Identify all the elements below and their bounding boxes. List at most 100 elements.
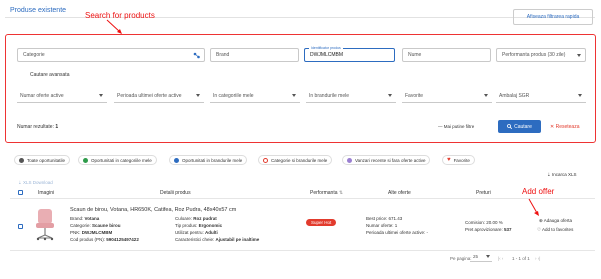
chip-brands[interactable]: Oportunitati in brandurile mele [169, 155, 248, 165]
color-key: Culoare: [175, 216, 193, 221]
chip-label: Oportunitati in brandurile mele [182, 157, 243, 163]
sgr-packaging-label: Ambalaj SGR [499, 92, 530, 99]
xls-download[interactable]: ⇣ XLS Download [18, 180, 53, 186]
last-period-key: Perioada ultimei oferte active: [366, 230, 426, 235]
last-period-value: - [426, 230, 429, 235]
color-row: Culoare: Roz pudrat [175, 216, 217, 221]
prev-first-icons[interactable]: |‹ ‹ [498, 256, 503, 261]
tree-icon[interactable] [193, 52, 200, 59]
search-icon [507, 124, 513, 129]
product-title-link[interactable]: Scaun de birou, Votana, HR650K, Catifea,… [70, 207, 236, 213]
brand-row: Brand: Votana [70, 216, 99, 221]
commission-row: Comision: 20.00 % [465, 220, 503, 225]
chip-category-brands[interactable]: Categorie si brandurile mele [258, 155, 333, 165]
results-value: 1 [55, 124, 59, 130]
active-offers-select[interactable]: Numar oferte active [17, 89, 107, 103]
select-all-checkbox[interactable] [18, 190, 23, 195]
offers-count-value: 1 [394, 223, 398, 228]
category-label: Categorie [23, 52, 45, 58]
performance-badge-label: Super Hot [306, 219, 337, 226]
product-id-field[interactable]: Identificator produs DWJMLCMBM [304, 46, 395, 62]
category-key: Categorie: [70, 223, 91, 228]
code-row: Cod produs (PN): 5904125497422 [70, 237, 139, 242]
chevron-down-icon [578, 94, 582, 97]
offers-count-key: Numar oferte: [366, 223, 394, 228]
brand-key: Brand: [70, 216, 84, 221]
my-brands-label: In brandurile mele [309, 92, 350, 99]
sort-icon: ⇅ [338, 190, 344, 196]
chip-all[interactable]: Toate oportunitatile [14, 155, 71, 165]
export-link[interactable]: ⇣ Incarca XLS [547, 172, 577, 178]
name-field[interactable]: Nume [402, 48, 491, 62]
my-categories-select[interactable]: In categoriile mele [210, 89, 300, 103]
supply-price-value: 537 [504, 227, 512, 232]
chevron-down-icon [486, 255, 490, 258]
code-key: Cod produs (PN): [70, 237, 106, 242]
per-page-value: 25 [473, 254, 479, 259]
usage-value: Adulti [205, 230, 218, 235]
results-label: Numar rezultate: [17, 124, 54, 130]
annotation-arrow-search [106, 19, 122, 34]
header-images: Imagini [38, 190, 55, 196]
features-key: Caracteristici cheie: [175, 237, 215, 242]
favorites-select[interactable]: Favorite [402, 89, 492, 103]
page-range: 1 - 1 of 1 [512, 256, 530, 261]
add-favorites-link[interactable]: ♡ Add to favorites [537, 227, 573, 233]
brand-label: Brand [216, 52, 230, 58]
header-prices: Preturi [476, 190, 491, 196]
add-offer-link[interactable]: ⊕ Adauga oferta [539, 218, 572, 224]
sgr-packaging-select[interactable]: Ambalaj SGR [496, 89, 586, 103]
name-label: Nume [408, 52, 422, 58]
header-other-offers: Alte oferte [388, 190, 411, 196]
category-field[interactable]: Categorie [17, 48, 205, 62]
chair-image[interactable] [34, 208, 56, 242]
my-brands-select[interactable]: In brandurile mele [306, 89, 396, 103]
chip-dot [83, 157, 88, 163]
add-favorites-label: Add to favorites [542, 227, 574, 232]
tab-produse-existente[interactable]: Produse existente [10, 7, 66, 14]
chip-dot [263, 157, 268, 163]
export-label: Incarca XLS [552, 172, 577, 177]
offers-count-row: Numar oferte: 1 [366, 223, 397, 228]
add-offer-label: Adauga oferta [543, 218, 573, 223]
performance-select[interactable]: Performanta produs (30 zile) [496, 48, 586, 62]
chevron-down-icon [484, 94, 488, 97]
supply-price-row: Pret aprovizionare: 537 [465, 227, 512, 232]
category-row: Categorie: Scaune birou [70, 223, 121, 228]
per-page-select[interactable]: 25 [470, 252, 492, 262]
performance-badge: Super Hot [306, 219, 337, 226]
reset-button[interactable]: ✕ Reseteaza [550, 124, 580, 130]
chip-dot [347, 157, 352, 163]
features-value: Ajustabil pe inaltime [215, 237, 260, 242]
xls-download-label: XLS Download [23, 180, 53, 185]
usage-key: Utilizat pentru: [175, 230, 204, 235]
usage-row: Utilizat pentru: Adulti [175, 230, 218, 235]
brand-field[interactable]: Brand [210, 48, 299, 62]
pnk-row: PNK: DWJMLCMBM [70, 230, 112, 235]
performance-label: Performanta produs (30 zile) [502, 52, 566, 58]
type-key: Tip produs: [175, 223, 198, 228]
header-performance-label: Performanta [310, 190, 338, 196]
chip-favorites[interactable]: ♥ Favorite [442, 155, 475, 165]
quick-filter-button[interactable]: Afiseaza filtrarea rapida [513, 9, 593, 25]
color-value: Roz pudrat [193, 216, 217, 221]
chip-categories[interactable]: Oportunitati in categoriile mele [78, 155, 157, 165]
type-value: Ergonomic [198, 223, 223, 228]
annotation-add-offer: Add offer [522, 187, 555, 196]
pnk-value: DWJMLCMBM [81, 230, 113, 235]
period-select[interactable]: Perioada ultimei oferte active [114, 89, 204, 103]
chevron-down-icon [577, 54, 581, 57]
active-offers-label: Numar oferte active [20, 92, 64, 99]
chip-recent-sales[interactable]: Vanzari recente si fara oferte active [342, 155, 431, 165]
row-checkbox[interactable] [18, 224, 23, 229]
next-last-icons[interactable]: › ›| [535, 256, 540, 261]
chevron-down-icon [388, 94, 392, 97]
last-period-row: Perioada ultimei oferte active: - [366, 230, 428, 235]
search-button[interactable]: Cautare [498, 120, 541, 133]
chip-label: Categorie si brandurile mele [271, 157, 328, 163]
chip-label: Toate oportunitatile [27, 157, 66, 163]
chip-label: Vanzari recente si fara oferte active [355, 157, 426, 163]
less-filters-link[interactable]: — Mai putine filtre [438, 124, 474, 129]
commission-key: Comision: [465, 220, 486, 225]
header-performance[interactable]: Performanta ⇅ [310, 190, 343, 196]
